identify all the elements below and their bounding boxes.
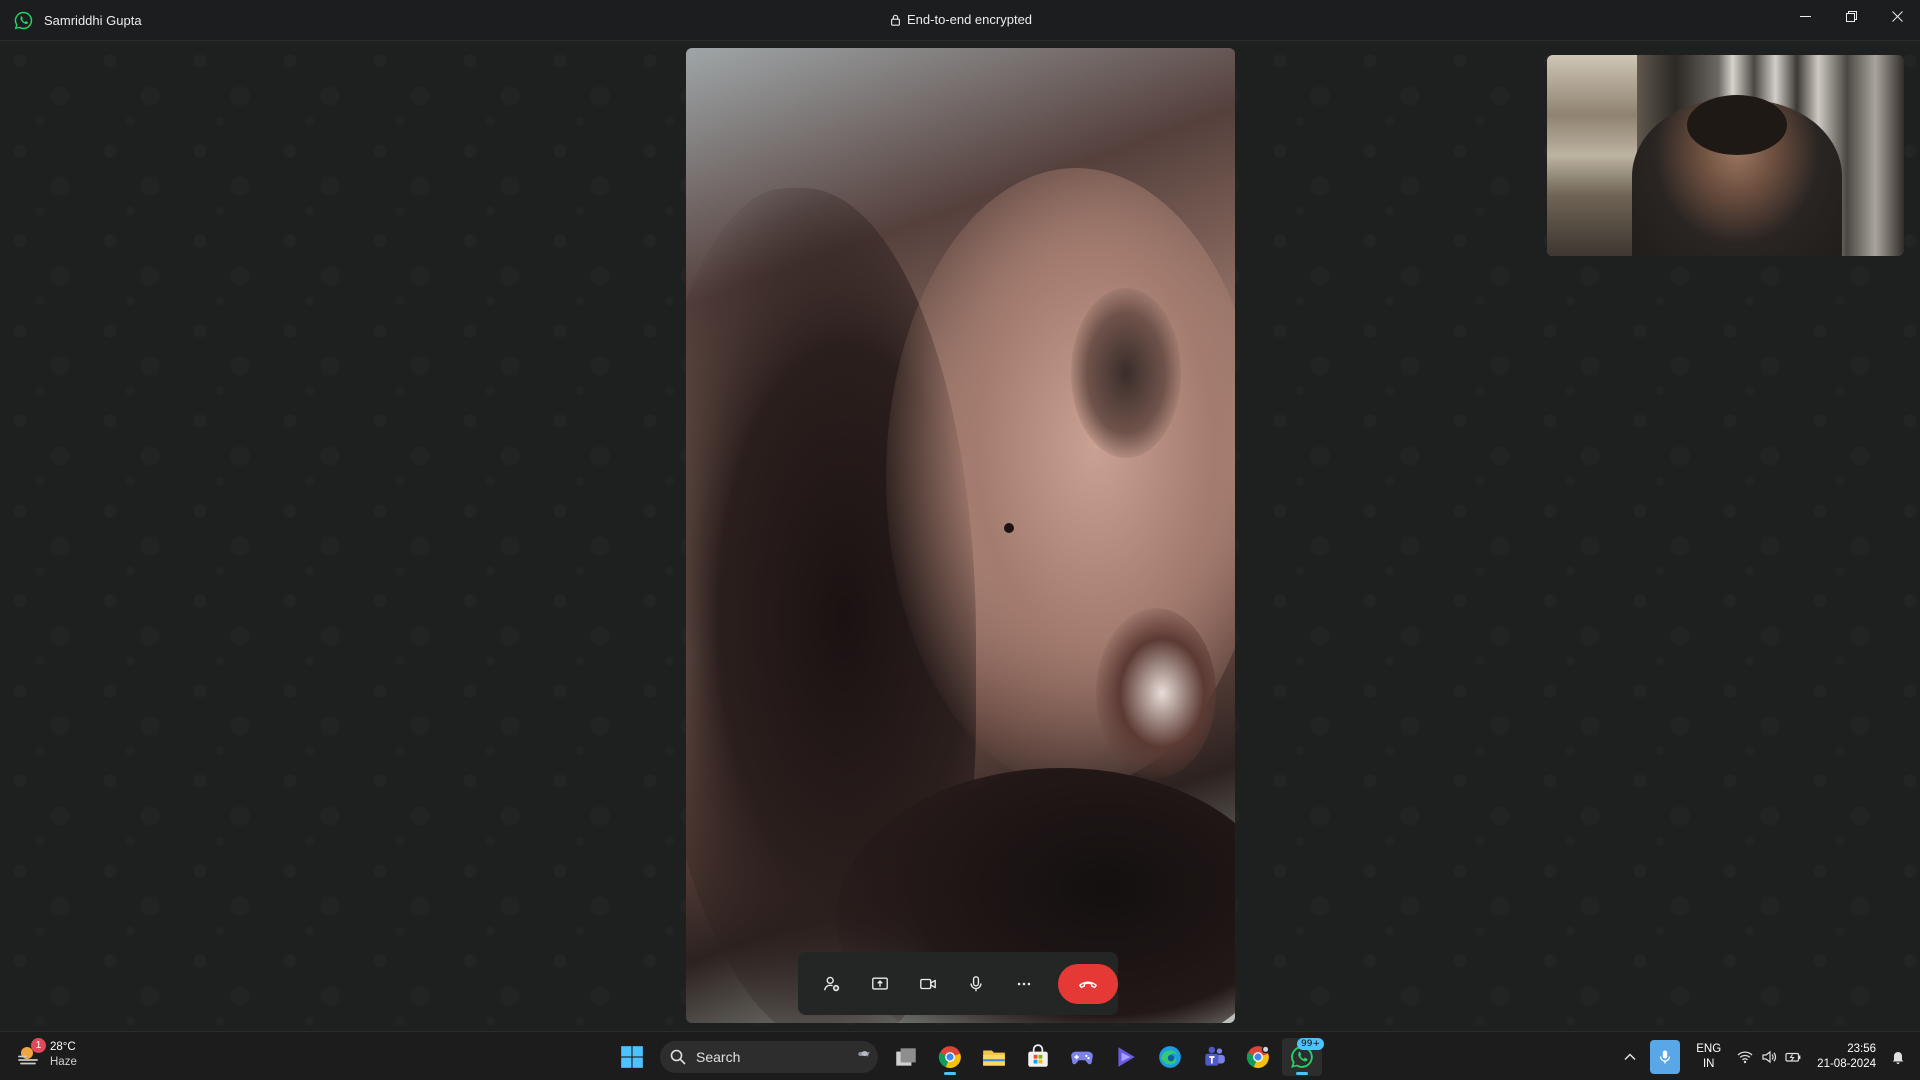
lock-icon xyxy=(891,14,900,26)
whatsapp-taskbar-button[interactable]: 99+ xyxy=(1282,1038,1324,1076)
minimize-icon xyxy=(1799,15,1811,17)
teams-button[interactable] xyxy=(1194,1038,1234,1076)
restore-icon xyxy=(1845,10,1857,22)
close-icon xyxy=(1891,10,1903,22)
show-hidden-icons-button[interactable] xyxy=(1616,1032,1644,1080)
more-options-button[interactable] xyxy=(1004,964,1044,1004)
media-player-button[interactable] xyxy=(1106,1038,1146,1076)
encryption-status: End-to-end encrypted xyxy=(890,12,1032,27)
edge-button[interactable] xyxy=(1150,1038,1190,1076)
share-screen-icon xyxy=(872,976,888,990)
chrome-icon xyxy=(938,1046,961,1068)
search-highlight-icon xyxy=(858,1051,870,1057)
windows-start-icon xyxy=(621,1046,643,1068)
file-explorer-button[interactable] xyxy=(974,1038,1014,1076)
region-code: IN xyxy=(1702,1057,1715,1070)
task-view-button[interactable] xyxy=(886,1038,926,1076)
minimize-button[interactable] xyxy=(1782,0,1828,32)
quick-settings-button[interactable] xyxy=(1731,1032,1807,1080)
edge-icon xyxy=(1159,1046,1181,1068)
taskbar-apps: Search 99+ xyxy=(612,1038,1324,1076)
teams-icon xyxy=(1205,1046,1225,1066)
end-call-button[interactable] xyxy=(1058,963,1118,1004)
weather-temperature: 28°C xyxy=(50,1041,76,1053)
weather-condition: Haze xyxy=(50,1056,77,1068)
chevron-up-icon xyxy=(1624,1052,1636,1060)
clock-time: 23:56 xyxy=(1847,1042,1876,1055)
microphone-icon xyxy=(1660,1050,1671,1063)
wifi-icon xyxy=(1737,1050,1753,1063)
add-person-icon xyxy=(824,976,840,991)
clock-date-text: 21-08-2024 xyxy=(1817,1057,1876,1070)
input-language[interactable]: ENG IN xyxy=(1686,1042,1731,1072)
game-controller-icon xyxy=(1071,1051,1093,1065)
notifications-button[interactable] xyxy=(1884,1032,1920,1080)
search-placeholder: Search xyxy=(696,1049,741,1065)
add-participant-button[interactable] xyxy=(812,964,852,1004)
microsoft-store-button[interactable] xyxy=(1018,1038,1058,1076)
window-controls xyxy=(1782,0,1920,32)
taskbar-search[interactable]: Search xyxy=(660,1041,878,1073)
weather-widget[interactable]: 1 28°C Haze xyxy=(16,1038,77,1070)
clock-date[interactable]: 23:56 21-08-2024 xyxy=(1807,1042,1884,1072)
microsoft-store-icon xyxy=(1028,1044,1048,1067)
bell-icon xyxy=(1892,1051,1904,1064)
battery-charging-icon xyxy=(1785,1052,1801,1062)
game-bar-button[interactable] xyxy=(1062,1038,1102,1076)
call-controls-bar xyxy=(798,952,1118,1015)
weather-haze-icon: 1 xyxy=(16,1038,46,1068)
microphone-in-use-indicator[interactable] xyxy=(1650,1039,1681,1074)
encryption-label: End-to-end encrypted xyxy=(907,12,1033,27)
video-camera-icon xyxy=(920,978,936,989)
restore-button[interactable] xyxy=(1828,0,1874,32)
self-video-preview[interactable] xyxy=(1547,55,1904,256)
camera-button[interactable] xyxy=(908,964,948,1004)
title-bar: Samriddhi Gupta End-to-end encrypted xyxy=(0,0,1920,41)
weather-badge: 1 xyxy=(31,1038,46,1053)
chrome-profile-button[interactable] xyxy=(1238,1038,1278,1076)
task-view-icon xyxy=(896,1048,916,1066)
media-play-icon xyxy=(1118,1047,1135,1067)
file-explorer-icon xyxy=(983,1050,1005,1066)
end-call-icon xyxy=(1079,980,1097,988)
system-tray: ENG IN 23:56 21-08-2024 xyxy=(1616,1032,1920,1080)
start-button[interactable] xyxy=(612,1038,652,1076)
whatsapp-logo-icon xyxy=(14,11,33,30)
chrome-button[interactable] xyxy=(930,1038,970,1076)
remote-video-feed xyxy=(686,48,1235,1023)
chrome-profile-icon xyxy=(1246,1045,1270,1068)
share-screen-button[interactable] xyxy=(860,964,900,1004)
windows-taskbar: 1 28°C Haze Search 99+ ENG IN 23:56 21-0… xyxy=(0,1031,1920,1080)
microphone-button[interactable] xyxy=(956,964,996,1004)
close-button[interactable] xyxy=(1874,0,1920,32)
language-code: ENG xyxy=(1696,1042,1722,1055)
whatsapp-notification-badge: 99+ xyxy=(1297,1038,1324,1050)
more-horizontal-icon xyxy=(1017,982,1031,985)
microphone-icon xyxy=(970,975,982,991)
search-icon xyxy=(670,1049,686,1065)
volume-icon xyxy=(1762,1050,1777,1063)
contact-name: Samriddhi Gupta xyxy=(44,13,142,28)
